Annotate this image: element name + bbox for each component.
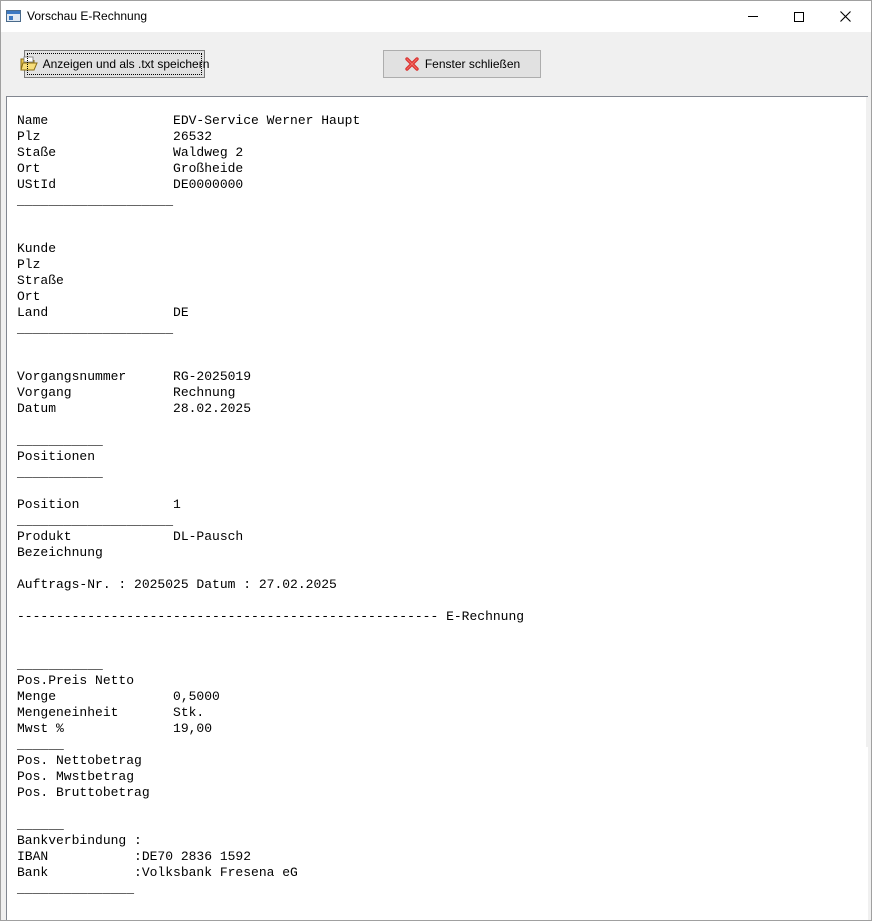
red-x-icon bbox=[404, 56, 420, 72]
window-title: Vorschau E-Rechnung bbox=[27, 9, 148, 23]
invoice-preview-textarea[interactable]: Name EDV-Service Werner Haupt Plz 26532 … bbox=[6, 96, 868, 920]
invoice-preview-text: Name EDV-Service Werner Haupt Plz 26532 … bbox=[17, 113, 525, 896]
maximize-button[interactable] bbox=[776, 1, 822, 32]
close-icon bbox=[839, 11, 851, 22]
scrollbar-strip[interactable] bbox=[866, 97, 871, 747]
show-and-save-txt-button[interactable]: Anzeigen und als .txt speichern bbox=[19, 50, 209, 78]
close-window-label: Fenster schließen bbox=[424, 57, 521, 71]
focus-rectangle bbox=[27, 53, 202, 75]
toolbar: Anzeigen und als .txt speichern Fenster … bbox=[1, 32, 871, 96]
close-window-button[interactable] bbox=[822, 1, 868, 32]
minimize-icon bbox=[748, 16, 758, 17]
maximize-icon bbox=[794, 11, 804, 22]
close-window-text-button[interactable]: Fenster schließen bbox=[383, 50, 541, 78]
title-bar[interactable]: Vorschau E-Rechnung bbox=[1, 1, 871, 32]
window-app-icon bbox=[6, 10, 21, 22]
minimize-button[interactable] bbox=[730, 1, 776, 32]
app-window: Vorschau E-Rechnung Anzeigen und als .tx… bbox=[0, 0, 872, 921]
